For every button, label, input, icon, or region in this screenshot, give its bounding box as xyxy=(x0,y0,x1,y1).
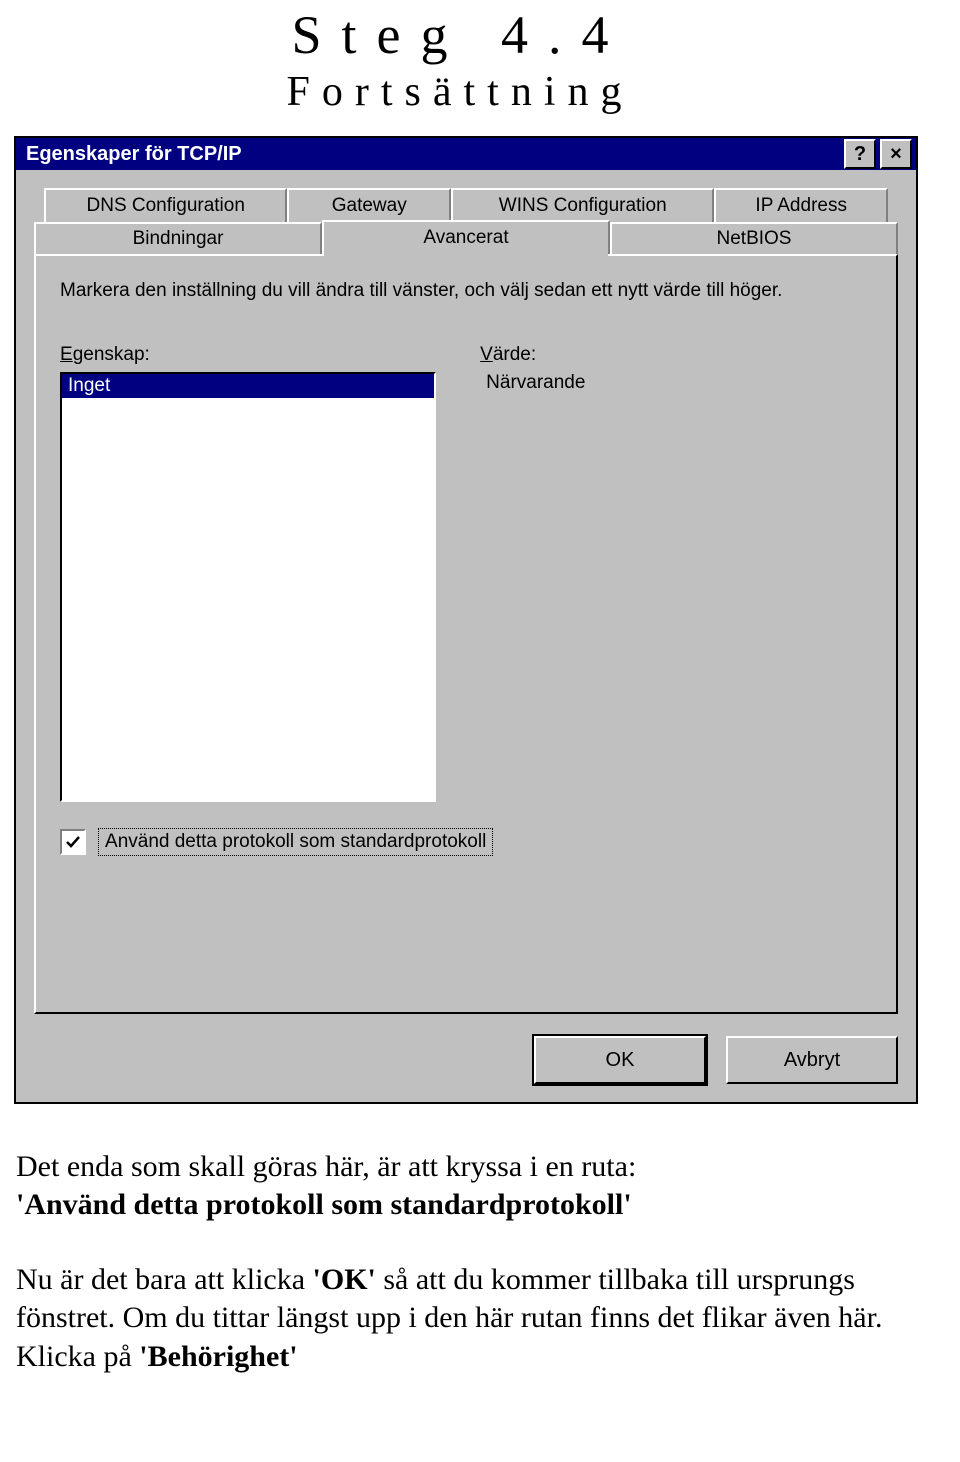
tab-ip[interactable]: IP Address xyxy=(714,188,888,222)
tab-wins[interactable]: WINS Configuration xyxy=(451,188,714,222)
tab-avancerat[interactable]: Avancerat xyxy=(322,220,610,254)
dialog-screenshot: Egenskaper för TCP/IP ? × DNS Configurat… xyxy=(14,136,918,1104)
panel-instruction: Markera den inställning du vill ändra ti… xyxy=(60,278,872,304)
close-icon: × xyxy=(890,144,902,164)
close-button[interactable]: × xyxy=(880,139,912,169)
help-button[interactable]: ? xyxy=(844,139,876,169)
tab-strip: DNS Configuration Gateway WINS Configura… xyxy=(34,188,898,256)
value-text: Närvarande xyxy=(480,372,872,394)
body-text: Det enda som skall göras här, är att kry… xyxy=(0,1104,960,1376)
titlebar: Egenskaper för TCP/IP ? × xyxy=(16,138,916,170)
tab-bindningar[interactable]: Bindningar xyxy=(34,222,322,254)
window-title: Egenskaper för TCP/IP xyxy=(20,143,840,166)
window-client: DNS Configuration Gateway WINS Configura… xyxy=(16,170,916,1102)
label-egenskap: Egenskap: xyxy=(60,344,436,366)
page-subtitle: Fortsättning xyxy=(0,68,920,116)
list-item-inget[interactable]: Inget xyxy=(62,374,434,398)
paragraph-1: Det enda som skall göras här, är att kry… xyxy=(16,1148,932,1225)
ok-button[interactable]: OK xyxy=(534,1036,706,1084)
tab-row-front: Bindningar Avancerat NetBIOS xyxy=(34,220,898,254)
dialog-buttons: OK Avbryt xyxy=(34,1036,898,1084)
page-heading: Steg 4.4 Fortsättning xyxy=(0,0,960,116)
tab-dns[interactable]: DNS Configuration xyxy=(44,188,287,222)
col-varde: Värde: Närvarande xyxy=(480,344,872,802)
checkbox-label[interactable]: Använd detta protokoll som standardproto… xyxy=(98,828,493,856)
col-egenskap: Egenskap: Inget xyxy=(60,344,436,802)
checkbox-row: Använd detta protokoll som standardproto… xyxy=(60,828,872,856)
page-title: Steg 4.4 xyxy=(0,0,920,66)
cancel-button[interactable]: Avbryt xyxy=(726,1036,898,1084)
window-frame: Egenskaper för TCP/IP ? × DNS Configurat… xyxy=(14,136,918,1104)
egenskap-listbox[interactable]: Inget xyxy=(60,372,436,802)
standardprotokoll-checkbox[interactable] xyxy=(60,829,86,855)
tab-netbios[interactable]: NetBIOS xyxy=(610,222,898,254)
label-varde: Värde: xyxy=(480,344,872,366)
check-icon xyxy=(65,834,81,850)
columns: Egenskap: Inget Värde: Närvarande xyxy=(60,344,872,802)
tab-panel: Markera den inställning du vill ändra ti… xyxy=(34,254,898,1014)
tab-gateway[interactable]: Gateway xyxy=(287,188,451,222)
tab-row-back: DNS Configuration Gateway WINS Configura… xyxy=(34,188,898,222)
help-icon: ? xyxy=(854,144,866,164)
paragraph-2: Nu är det bara att klicka 'OK' så att du… xyxy=(16,1261,932,1376)
